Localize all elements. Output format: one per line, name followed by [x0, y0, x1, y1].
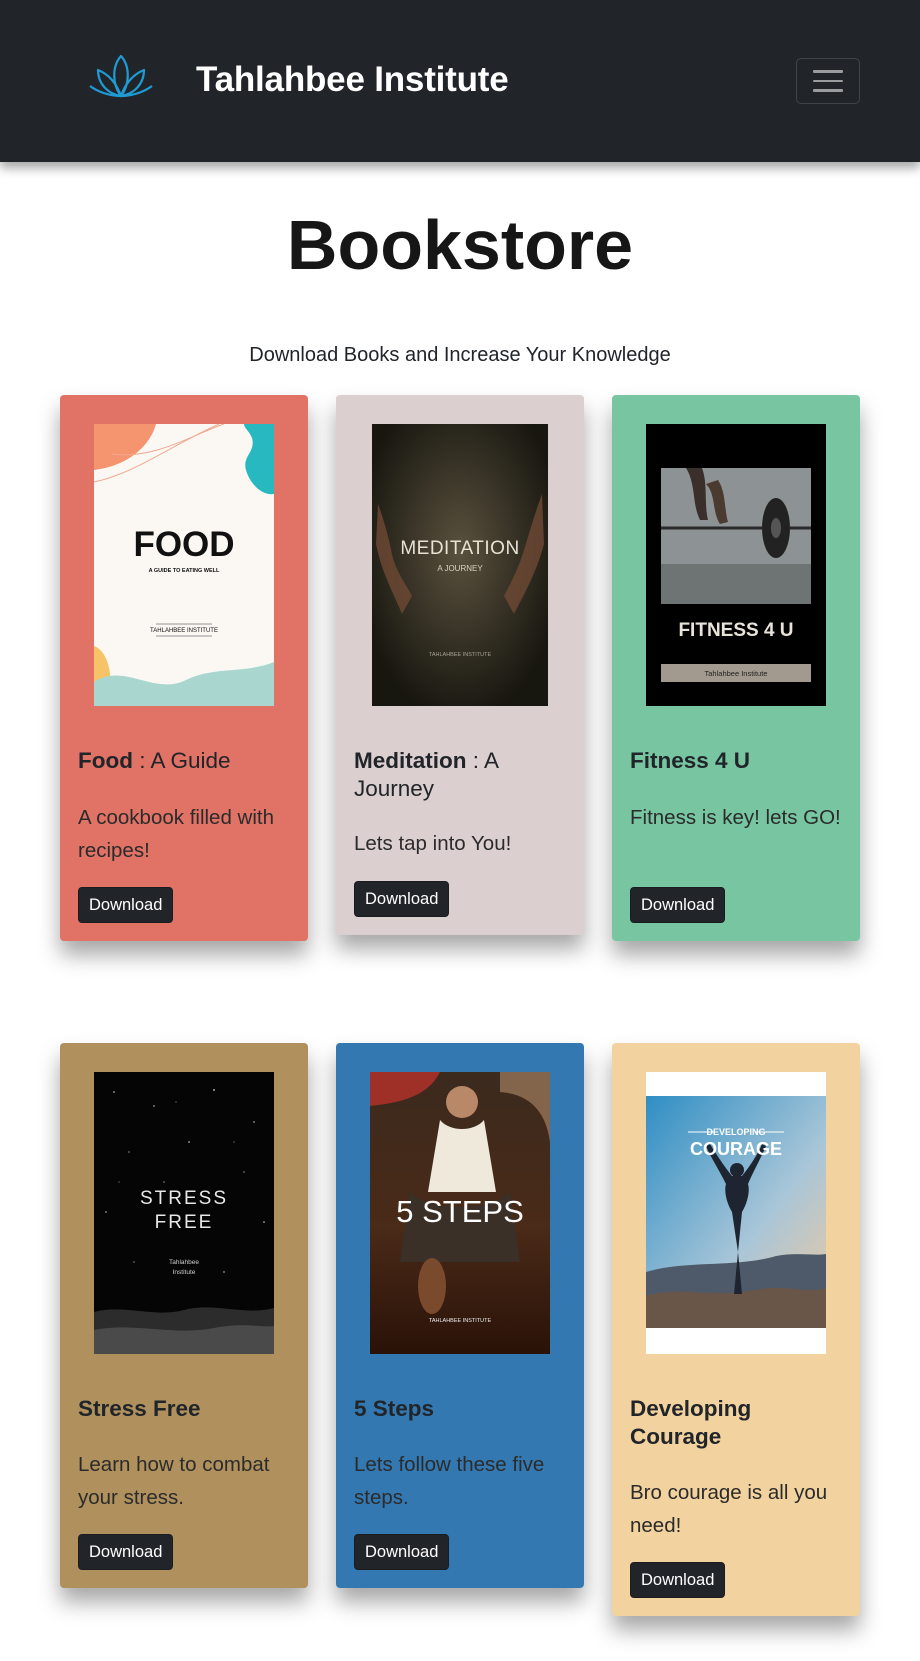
cover-publisher: Tahlahbee Institute: [705, 669, 768, 678]
cover-heading: FITNESS 4 U: [678, 620, 793, 641]
cover-heading: COURAGE: [690, 1139, 782, 1159]
book-card-developing-courage: DEVELOPING COURAGE Developing Courage Br…: [612, 1043, 860, 1616]
cover-heading: MEDITATION: [400, 538, 519, 559]
brand-name[interactable]: Tahlahbee Institute: [196, 60, 509, 100]
download-button[interactable]: Download: [630, 1562, 726, 1598]
cover-heading: FREE: [155, 1212, 214, 1233]
download-button[interactable]: Download: [78, 887, 174, 923]
book-card-meditation: MEDITATION A JOURNEY TAHLAHBEE INSTITUTE…: [336, 395, 584, 935]
book-title: Developing Courage: [630, 1396, 752, 1449]
book-title: 5 Steps: [354, 1396, 435, 1421]
book-description: A cookbook filled with recipes!: [78, 806, 275, 862]
book-card-5-steps: 5 STEPS TAHLAHBEE INSTITUTE 5 Steps Lets…: [336, 1043, 584, 1588]
book-cover-meditation: MEDITATION A JOURNEY TAHLAHBEE INSTITUTE: [372, 424, 548, 706]
cover-publisher: TAHLAHBEE INSTITUTE: [429, 652, 492, 658]
cover-publisher: Tahlahbee: [169, 1259, 199, 1266]
cover-tagline: A JOURNEY: [437, 564, 483, 573]
download-button[interactable]: Download: [354, 1534, 450, 1570]
menu-toggle-button[interactable]: [796, 58, 860, 104]
book-description: Learn how to combat your stress.: [78, 1453, 270, 1509]
book-description: Lets tap into You!: [354, 832, 512, 855]
cover-publisher: Institute: [173, 1269, 196, 1276]
book-description: Fitness is key! lets GO!: [630, 806, 841, 829]
page-title: Bookstore: [286, 206, 634, 284]
hamburger-icon: [813, 70, 843, 73]
cover-heading: STRESS: [140, 1188, 228, 1209]
cover-heading: 5 STEPS: [396, 1194, 524, 1229]
book-title: Meditation : A Journey: [354, 748, 498, 801]
cover-publisher: TAHLAHBEE INSTITUTE: [429, 1318, 492, 1324]
download-button[interactable]: Download: [78, 1534, 174, 1570]
book-card-stress-free: STRESS FREE Tahlahbee Institute Stress F…: [60, 1043, 308, 1588]
lotus-icon[interactable]: [88, 52, 154, 102]
cover-heading: DEVELOPING: [706, 1127, 765, 1137]
book-description: Lets follow these five steps.: [354, 1453, 545, 1509]
download-button[interactable]: Download: [630, 887, 726, 923]
book-card-fitness: FITNESS 4 U Tahlahbee Institute Fitness …: [612, 395, 860, 941]
book-cover-food: FOOD A GUIDE TO EATING WELL TAHLAHBEE IN…: [94, 424, 274, 706]
book-cover-developing-courage: DEVELOPING COURAGE: [646, 1072, 826, 1354]
book-title: Food : A Guide: [78, 748, 231, 773]
book-cover-stress-free: STRESS FREE Tahlahbee Institute: [94, 1072, 274, 1354]
cover-tagline: A GUIDE TO EATING WELL: [149, 568, 220, 574]
book-description: Bro courage is all you need!: [630, 1481, 828, 1537]
book-card-food: FOOD A GUIDE TO EATING WELL TAHLAHBEE IN…: [60, 395, 308, 941]
book-title: Fitness 4 U: [630, 748, 751, 773]
cover-heading: FOOD: [133, 525, 234, 564]
download-button[interactable]: Download: [354, 881, 450, 917]
cover-publisher: TAHLAHBEE INSTITUTE: [150, 628, 218, 634]
book-cover-5-steps: 5 STEPS TAHLAHBEE INSTITUTE: [370, 1072, 550, 1354]
book-title: Stress Free: [78, 1396, 201, 1421]
page-subtitle: Download Books and Increase Your Knowled…: [249, 344, 671, 366]
navbar: Tahlahbee Institute: [0, 0, 920, 162]
book-cover-fitness: FITNESS 4 U Tahlahbee Institute: [646, 424, 826, 706]
